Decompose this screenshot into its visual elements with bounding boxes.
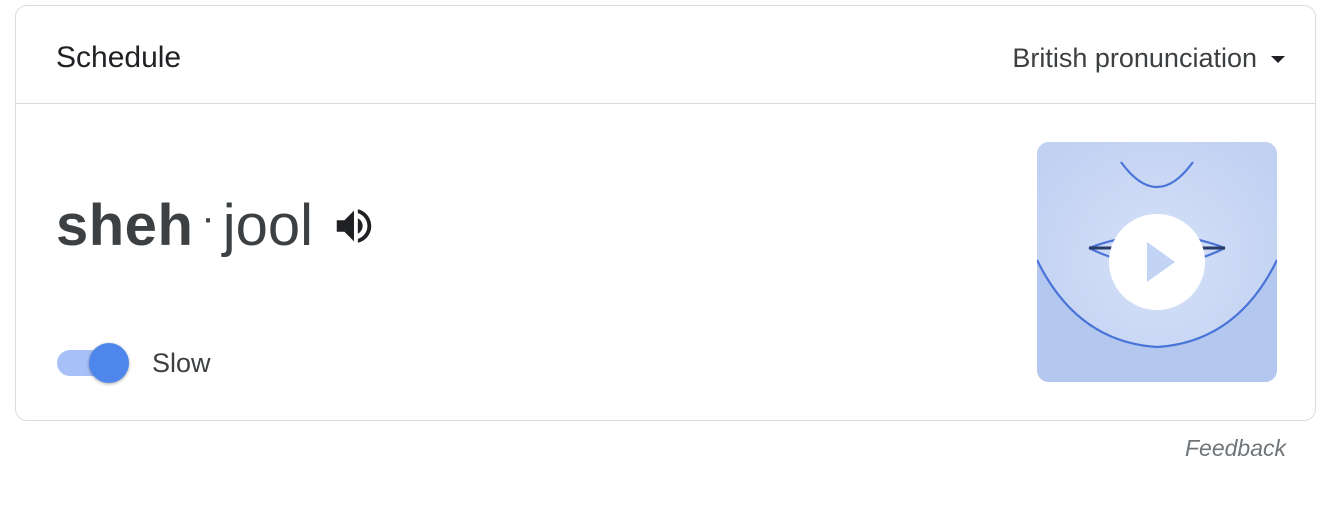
- phonetic-spelling: sheh · jool: [56, 194, 379, 258]
- speaker-icon: [336, 209, 372, 243]
- play-audio-button[interactable]: [329, 201, 379, 251]
- word-title: Schedule: [56, 41, 182, 74]
- accent-dropdown[interactable]: British pronunciation: [1012, 42, 1285, 74]
- feedback-link[interactable]: Feedback: [1185, 434, 1286, 462]
- syllable: jool: [222, 193, 313, 258]
- slow-toggle-row: Slow: [56, 343, 211, 383]
- syllable-separator: ·: [201, 196, 215, 240]
- lip-animation-video[interactable]: [1037, 142, 1277, 382]
- stressed-syllable: sheh: [56, 193, 194, 258]
- chevron-down-icon: [1271, 55, 1285, 63]
- toggle-knob: [89, 343, 129, 383]
- mouth-illustration: [1037, 142, 1277, 382]
- pronunciation-card: Schedule British pronunciation sheh · jo…: [15, 5, 1316, 421]
- slow-toggle[interactable]: [56, 343, 129, 383]
- slow-toggle-label: Slow: [152, 348, 211, 378]
- accent-dropdown-label: British pronunciation: [1012, 43, 1257, 73]
- card-header: Schedule British pronunciation: [16, 6, 1315, 104]
